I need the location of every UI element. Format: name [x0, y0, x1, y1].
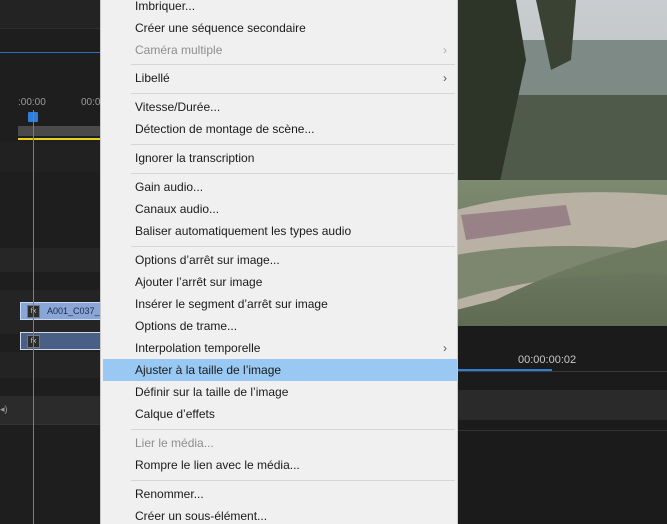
menu-item-baliser-types-audio[interactable]: Baliser automatiquement les types audio [103, 220, 457, 242]
menu-item-label: Lier le média... [135, 436, 214, 450]
video-frame [456, 0, 667, 326]
menu-item-label: Calque d’effets [135, 407, 215, 421]
submenu-arrow-icon: › [443, 71, 447, 85]
menu-item-ignorer-transcription[interactable]: Ignorer la transcription [103, 147, 457, 169]
menu-separator [131, 93, 455, 94]
track-row [0, 248, 110, 272]
timeline-panel[interactable]: :00:00 00:0 fx A001_C037_ fx ◂) [0, 0, 110, 524]
clip-name: A001_C037_ [47, 306, 100, 316]
menu-separator [131, 246, 455, 247]
video-frame-image [456, 0, 667, 326]
menu-item-imbriquer[interactable]: Imbriquer... [103, 0, 457, 17]
menu-item-options-arret-image[interactable]: Options d’arrêt sur image... [103, 249, 457, 271]
menu-item-gain-audio[interactable]: Gain audio... [103, 176, 457, 198]
menu-item-label: Imbriquer... [135, 0, 196, 13]
menu-item-lier-media: Lier le média... [103, 432, 457, 454]
menu-item-label: Créer une séquence secondaire [135, 21, 306, 35]
menu-item-ajouter-arret-image[interactable]: Ajouter l’arrêt sur image [103, 271, 457, 293]
menu-separator [131, 64, 455, 65]
menu-separator [131, 480, 455, 481]
menu-item-definir-taille-image[interactable]: Définir sur la taille de l’image [103, 381, 457, 403]
divider [456, 430, 667, 431]
menu-item-label: Ignorer la transcription [135, 151, 255, 165]
menu-item-label: Gain audio... [135, 180, 204, 194]
menu-item-interpolation-temporelle[interactable]: Interpolation temporelle › [103, 337, 457, 359]
monitor-band [456, 390, 667, 420]
track-row [0, 142, 110, 172]
menu-item-label: Options d’arrêt sur image... [135, 253, 280, 267]
menu-item-label: Options de trame... [135, 319, 238, 333]
menu-separator [131, 173, 455, 174]
menu-separator [131, 144, 455, 145]
divider [0, 424, 110, 425]
monitor-band [456, 326, 667, 340]
menu-item-label: Caméra multiple [135, 43, 223, 57]
menu-item-label: Définir sur la taille de l’image [135, 385, 289, 399]
menu-item-camera-multiple: Caméra multiple › [103, 39, 457, 61]
menu-item-canaux-audio[interactable]: Canaux audio... [103, 198, 457, 220]
menu-item-libelle[interactable]: Libellé › [103, 67, 457, 89]
menu-item-label: Libellé [135, 71, 170, 85]
menu-item-label: Vitesse/Durée... [135, 100, 221, 114]
menu-item-detection-montage[interactable]: Détection de montage de scène... [103, 118, 457, 140]
timeline-ruler-timecode: :00:00 [18, 97, 46, 108]
menu-item-label: Baliser automatiquement les types audio [135, 224, 352, 238]
divider [0, 52, 110, 53]
submenu-arrow-icon: › [443, 43, 447, 57]
menu-item-inserer-segment-arret[interactable]: Insérer le segment d’arrêt sur image [103, 293, 457, 315]
submenu-arrow-icon: › [443, 341, 447, 355]
menu-item-rompre-lien-media[interactable]: Rompre le lien avec le média... [103, 454, 457, 476]
monitor-scrub-bar[interactable] [456, 369, 552, 371]
menu-item-label: Insérer le segment d’arrêt sur image [135, 297, 328, 311]
menu-item-vitesse-duree[interactable]: Vitesse/Durée... [103, 96, 457, 118]
work-area-bar[interactable] [18, 138, 110, 140]
menu-item-label: Ajouter l’arrêt sur image [135, 275, 263, 289]
menu-item-creer-sequence-secondaire[interactable]: Créer une séquence secondaire [103, 17, 457, 39]
context-menu[interactable]: Imbriquer... Créer une séquence secondai… [100, 0, 458, 524]
menu-item-creer-sous-element[interactable]: Créer un sous-élément... [103, 505, 457, 524]
menu-item-calque-effets[interactable]: Calque d’effets [103, 403, 457, 425]
menu-item-label: Canaux audio... [135, 202, 220, 216]
menu-item-renommer[interactable]: Renommer... [103, 483, 457, 505]
menu-item-label: Rompre le lien avec le média... [135, 458, 300, 472]
menu-item-label: Créer un sous-élément... [135, 509, 268, 523]
menu-item-label: Ajuster à la taille de l’image [135, 363, 282, 377]
timeline-header-band [0, 0, 110, 28]
menu-item-label: Interpolation temporelle [135, 341, 261, 355]
track-row [0, 396, 110, 424]
playhead-line[interactable] [33, 110, 34, 524]
menu-item-options-trame[interactable]: Options de trame... [103, 315, 457, 337]
menu-separator [131, 429, 455, 430]
divider [0, 28, 110, 29]
timeline-ruler-timecode: 00:0 [81, 97, 101, 108]
track-row [0, 352, 110, 378]
timeline-ruler[interactable] [18, 126, 110, 136]
menu-item-label: Renommer... [135, 487, 204, 501]
program-monitor: 00:00:00:02 [456, 0, 667, 524]
divider [456, 371, 667, 372]
monitor-timecode: 00:00:00:02 [518, 354, 577, 366]
menu-item-ajuster-taille-image[interactable]: Ajuster à la taille de l’image [103, 359, 457, 381]
menu-item-label: Détection de montage de scène... [135, 122, 315, 136]
speaker-icon[interactable]: ◂) [0, 404, 8, 415]
